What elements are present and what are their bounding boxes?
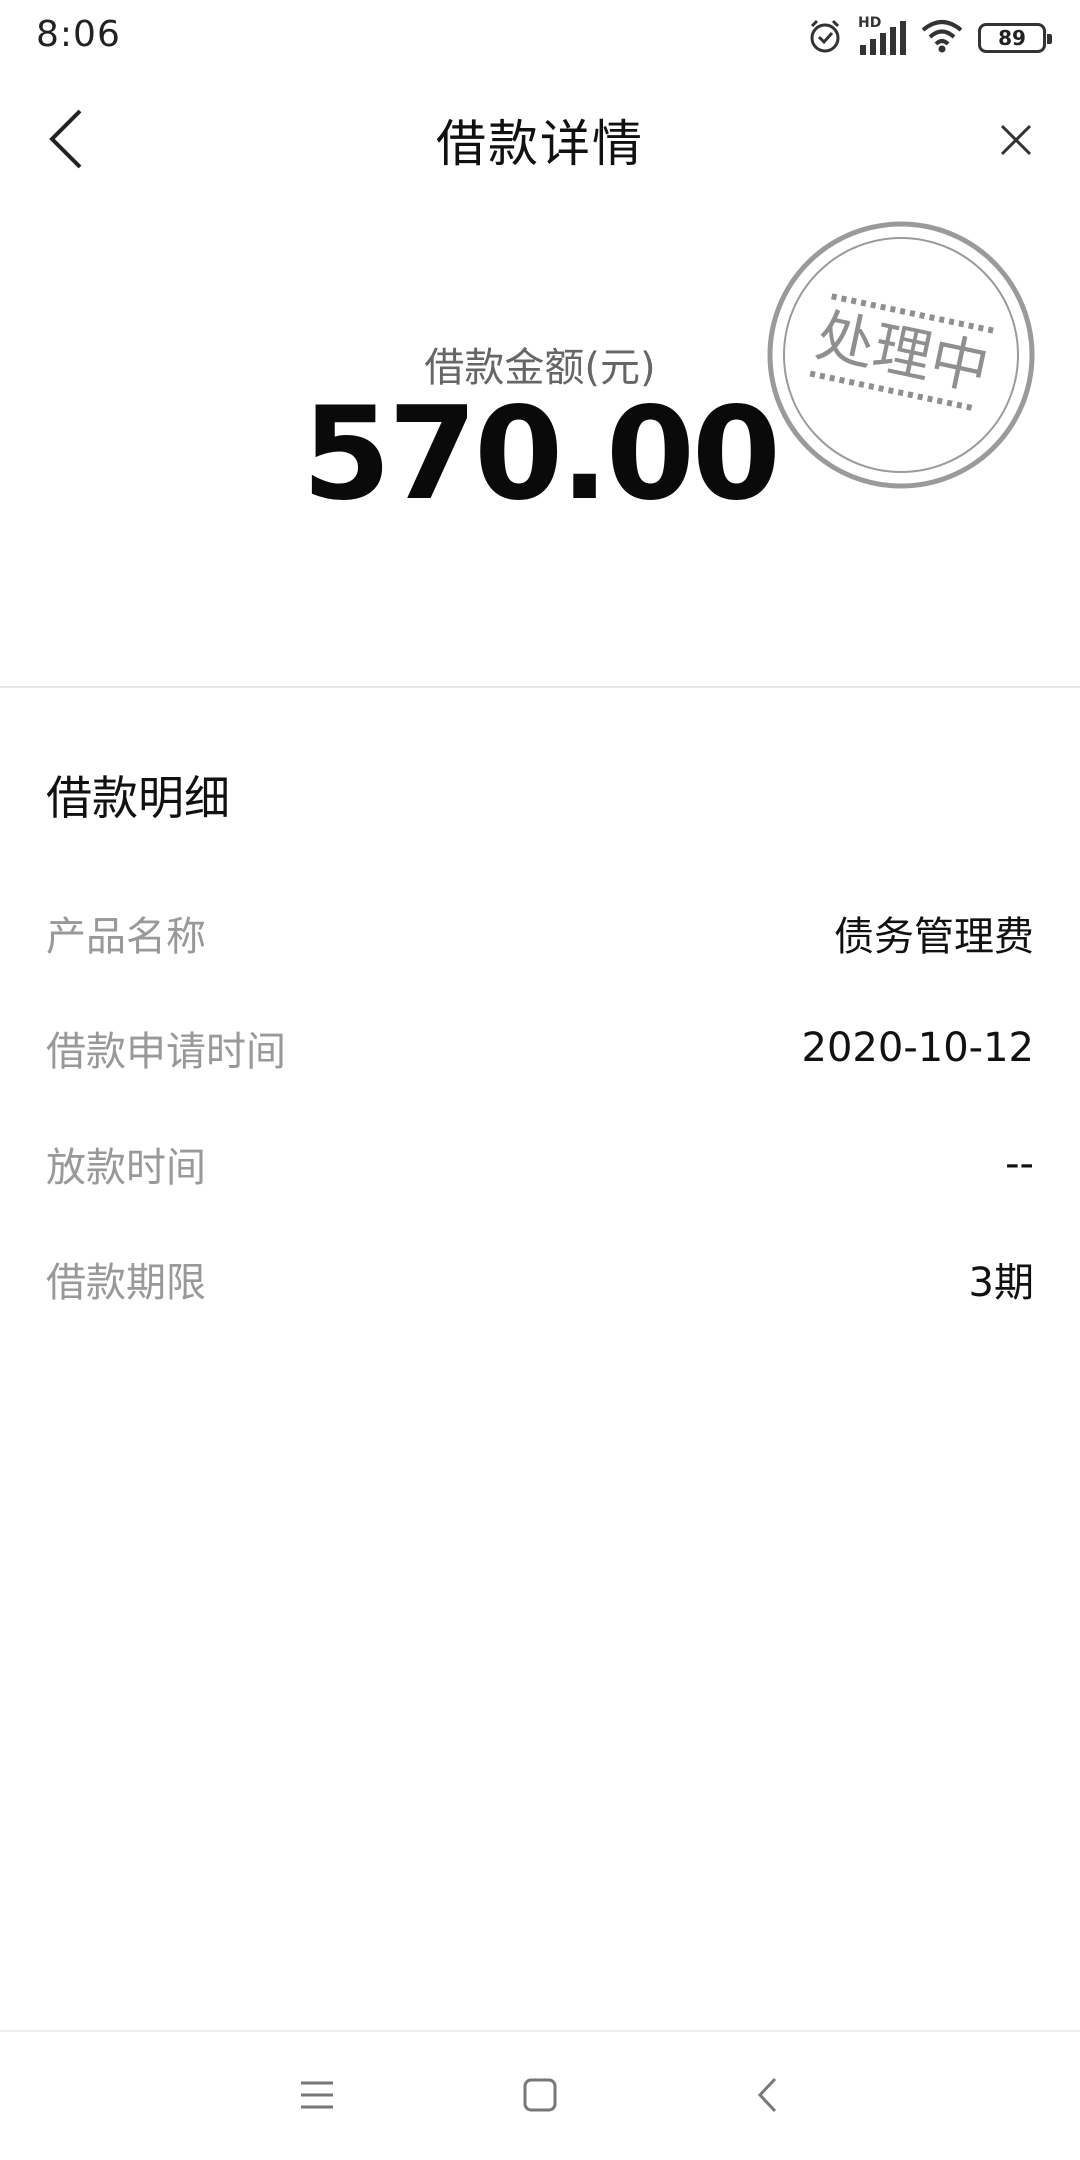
- alarm-icon: [806, 17, 844, 59]
- system-nav-bar: [0, 2030, 1080, 2160]
- detail-row-apply-date: 借款申请时间 2020-10-12: [46, 1018, 1034, 1078]
- menu-icon: [299, 2080, 335, 2114]
- header: 借款详情: [0, 76, 1080, 206]
- section-divider: [0, 686, 1080, 688]
- nav-back-button[interactable]: [732, 2062, 802, 2132]
- page-title: 借款详情: [436, 115, 644, 173]
- detail-label: 产品名称: [46, 914, 206, 960]
- detail-value: 2020-10-12: [801, 1025, 1034, 1071]
- processing-stamp: 处理中: [766, 220, 1036, 490]
- details-title: 借款明细: [46, 771, 230, 825]
- status-time: 8:06: [36, 14, 121, 55]
- wifi-icon: [920, 18, 964, 58]
- battery-icon: 89: [978, 23, 1052, 53]
- detail-label: 借款期限: [46, 1260, 206, 1306]
- detail-value: 债务管理费: [834, 914, 1034, 960]
- home-button[interactable]: [505, 2062, 575, 2132]
- stamp-text: 处理中: [810, 301, 994, 404]
- close-button[interactable]: [986, 112, 1046, 172]
- menu-button[interactable]: [282, 2062, 352, 2132]
- battery-level: 89: [998, 26, 1026, 50]
- detail-value: --: [1005, 1141, 1034, 1187]
- detail-row-disburse-date: 放款时间 --: [46, 1134, 1034, 1194]
- back-icon: [755, 2076, 779, 2118]
- signal-icon: HD: [858, 15, 906, 57]
- status-icons: HD 89: [806, 15, 1052, 60]
- detail-row-term: 借款期限 3期: [46, 1249, 1034, 1309]
- close-icon: [999, 123, 1033, 161]
- status-bar: 8:06 HD 89: [0, 0, 1080, 76]
- home-icon: [522, 2077, 558, 2117]
- detail-value: 3期: [968, 1260, 1034, 1306]
- detail-label: 借款申请时间: [46, 1029, 286, 1075]
- detail-label: 放款时间: [46, 1145, 206, 1191]
- detail-row-product: 产品名称 债务管理费: [46, 903, 1034, 963]
